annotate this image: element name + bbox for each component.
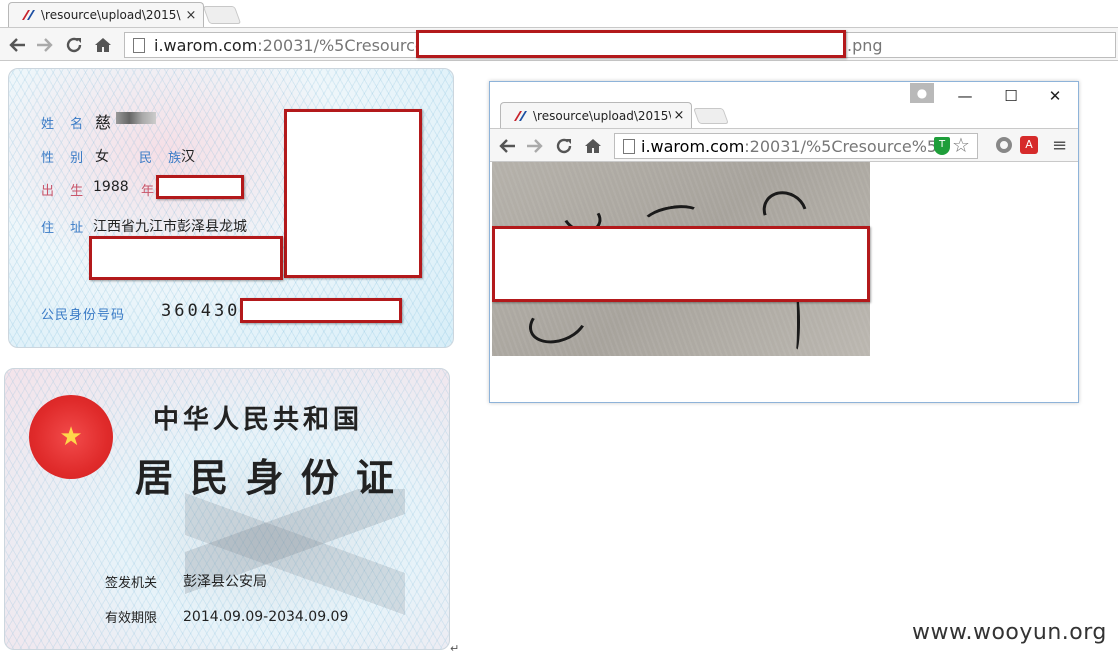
url-extension: .png xyxy=(847,35,883,55)
redaction-box xyxy=(492,226,870,302)
reload-icon[interactable] xyxy=(553,135,575,157)
back-arrow-icon[interactable] xyxy=(6,34,28,56)
name-value: 慈 xyxy=(95,113,112,132)
popup-new-tab-button[interactable] xyxy=(693,108,729,124)
forward-arrow-icon[interactable] xyxy=(524,135,546,157)
birth-year: 1988 xyxy=(93,179,129,195)
issuer-label: 签发机关 xyxy=(105,576,158,591)
extension-circle-icon[interactable] xyxy=(996,137,1012,153)
redaction-box xyxy=(416,30,846,58)
country-title: 中华人民共和国 xyxy=(153,405,364,435)
gender-value: 女 xyxy=(95,149,109,165)
gender-label: 性 别 xyxy=(41,151,90,166)
bookmark-star-icon[interactable]: ☆ xyxy=(952,133,970,157)
id-number-label: 公民身份号码 xyxy=(41,308,126,323)
popup-tab-title: \resource\upload\2015\ xyxy=(533,108,671,123)
forward-arrow-icon[interactable] xyxy=(34,34,56,56)
back-arrow-icon[interactable] xyxy=(496,135,518,157)
home-icon[interactable] xyxy=(92,34,114,56)
minimize-button[interactable]: — xyxy=(950,86,980,106)
home-icon[interactable] xyxy=(582,135,604,157)
user-profile-icon[interactable]: ● xyxy=(910,83,934,103)
popup-address-bar[interactable]: i.warom.com:20031/%5Cresource%5C xyxy=(614,133,978,159)
return-mark: ↵ xyxy=(450,642,460,655)
redaction-box xyxy=(156,175,244,199)
page-icon xyxy=(133,37,145,53)
address-value: 江西省九江市彭泽县龙城 xyxy=(93,219,247,235)
redaction-box xyxy=(284,109,422,278)
url-host: i.warom.com xyxy=(154,35,258,55)
ethnic-label: 民 族 xyxy=(139,151,188,166)
id-number-value: 360430 xyxy=(161,301,241,321)
national-emblem-icon: ★ xyxy=(29,395,113,479)
validity-label: 有效期限 xyxy=(105,611,158,626)
great-wall-image xyxy=(185,489,405,619)
new-tab-button[interactable] xyxy=(202,6,242,24)
popup-browser-tab[interactable]: \resource\upload\2015\ × xyxy=(500,102,692,128)
url-path: :20031/%5Cresource% xyxy=(257,35,440,55)
maximize-button[interactable]: ☐ xyxy=(996,86,1026,106)
menu-icon[interactable]: ≡ xyxy=(1052,135,1067,156)
site-favicon-icon xyxy=(514,110,527,121)
tab-title: \resource\upload\2015\ xyxy=(41,8,181,22)
url-host: i.warom.com xyxy=(641,136,745,156)
validity-value: 2014.09.09-2034.09.09 xyxy=(183,609,349,625)
site-favicon-icon xyxy=(22,10,35,20)
watermark: www.wooyun.org xyxy=(912,620,1107,645)
blurred-name xyxy=(116,112,156,124)
tab-strip: \resource\upload\2015\ × xyxy=(0,0,1118,27)
close-button[interactable]: ✕ xyxy=(1040,86,1070,106)
redaction-box xyxy=(89,236,283,280)
reload-icon[interactable] xyxy=(63,34,85,56)
name-label: 姓 名 xyxy=(41,117,90,132)
id-card-back: ★ 中华人民共和国 居 民 身 份 证 签发机关 彭泽县公安局 有效期限 201… xyxy=(4,368,450,650)
browser-tab[interactable]: \resource\upload\2015\ × xyxy=(8,2,204,27)
issuer-value: 彭泽县公安局 xyxy=(183,574,267,590)
ethnic-value: 汉 xyxy=(181,149,195,165)
card-type-title: 居 民 身 份 证 xyxy=(135,455,396,500)
page-icon xyxy=(623,138,635,154)
security-shield-icon[interactable]: T xyxy=(934,137,950,155)
tab-close-icon[interactable]: × xyxy=(183,8,199,23)
birth-label: 出 生 xyxy=(41,184,90,199)
popup-toolbar: i.warom.com:20031/%5Cresource%5C T ☆ A ≡ xyxy=(490,128,1078,162)
address-label: 住 址 xyxy=(41,221,90,236)
redaction-box xyxy=(240,298,402,323)
extension-pdf-icon[interactable]: A xyxy=(1020,136,1038,154)
popup-tab-strip: ● — ☐ ✕ \resource\upload\2015\ × xyxy=(490,82,1078,130)
url-path: :20031/%5Cresource%5C xyxy=(744,136,949,156)
popup-tab-close-icon[interactable]: × xyxy=(671,108,687,123)
